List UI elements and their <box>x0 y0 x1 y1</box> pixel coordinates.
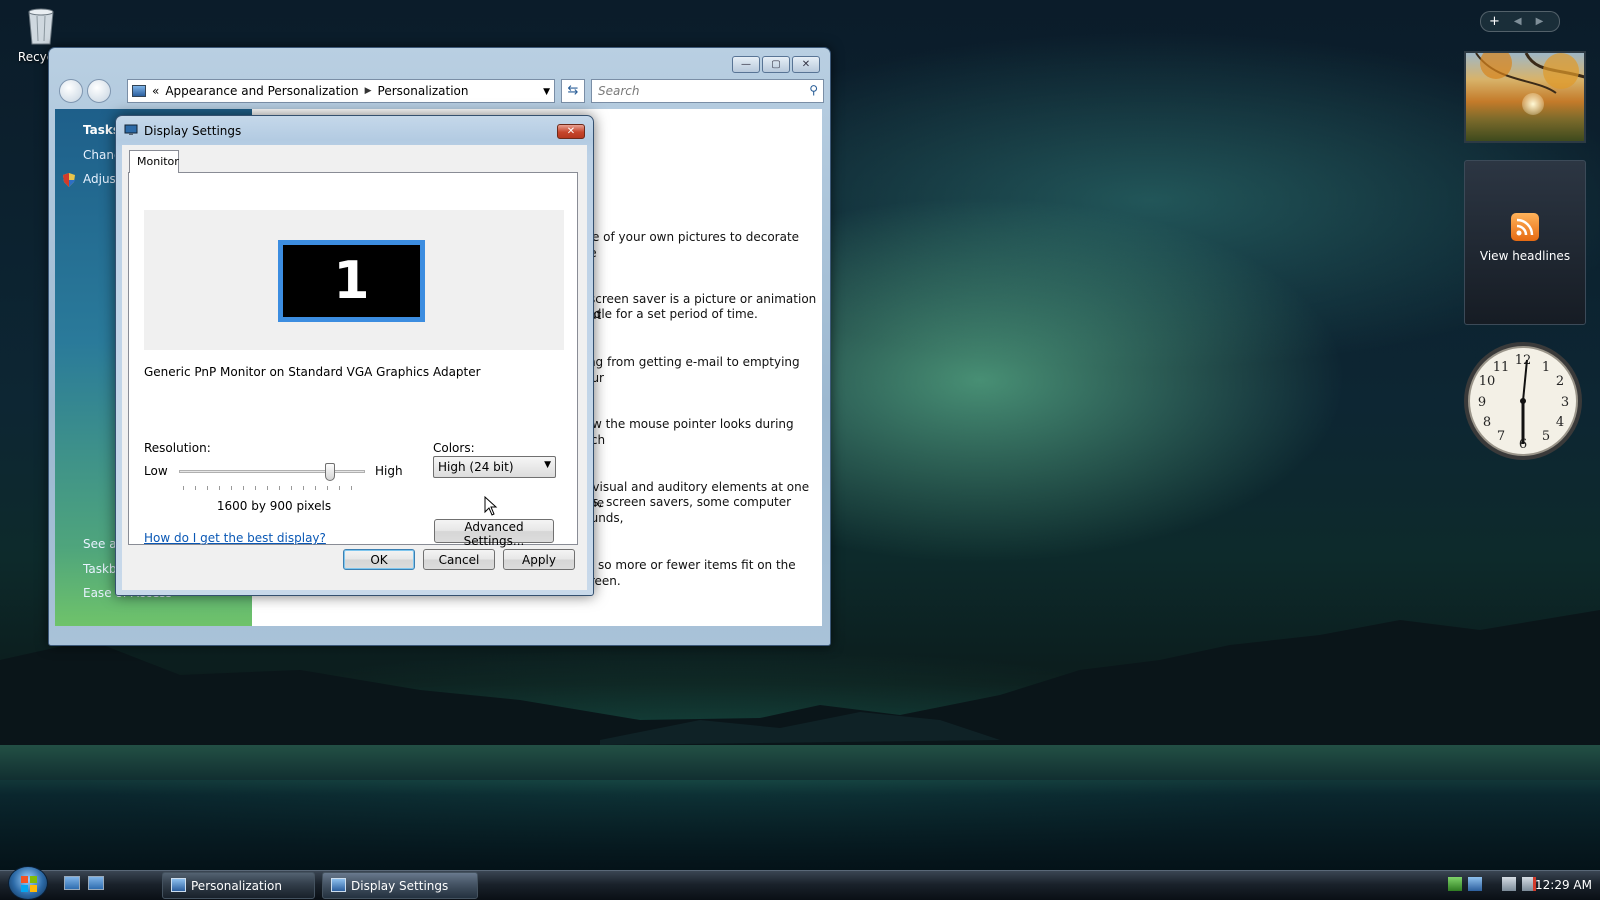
taskbar-item-personalization[interactable]: Personalization <box>162 872 315 899</box>
slider-low-label: Low <box>144 464 168 478</box>
svg-text:11: 11 <box>1493 360 1510 375</box>
svg-text:2: 2 <box>1556 374 1564 389</box>
volume-muted-icon[interactable] <box>1522 877 1536 891</box>
chevron-down-icon[interactable]: ▼ <box>544 460 551 470</box>
system-tray <box>1448 877 1536 891</box>
control-panel-icon <box>132 85 146 97</box>
next-gadgets-icon[interactable]: ▶ <box>1536 16 1544 27</box>
svg-text:7: 7 <box>1497 429 1505 444</box>
switch-windows-icon[interactable] <box>88 876 104 890</box>
slider-track <box>179 470 365 473</box>
dialog-body: Monitor 1 Generic PnP Monitor on Standar… <box>122 145 587 590</box>
slider-thumb[interactable] <box>324 463 335 481</box>
recycle-bin-icon <box>25 4 57 46</box>
desktop-background-description: one of your own pictures to decorate the <box>577 230 800 260</box>
monitor-arrangement-area: 1 <box>144 210 564 350</box>
font-size-description: ew so more or fewer items fit on the scr… <box>577 558 796 588</box>
sidebar-controls: + ◀ ▶ <box>1480 11 1560 32</box>
windows-defender-icon[interactable] <box>1468 877 1482 891</box>
network-status-icon[interactable] <box>1502 877 1516 891</box>
mouse-cursor-icon <box>484 496 498 516</box>
network-icon[interactable] <box>1448 877 1462 891</box>
cancel-button[interactable]: Cancel <box>423 549 495 570</box>
advanced-settings-button[interactable]: Advanced Settings... <box>434 519 554 548</box>
view-headlines-label[interactable]: View headlines <box>1465 249 1585 263</box>
back-button[interactable] <box>59 79 83 103</box>
feed-headlines-gadget[interactable]: View headlines <box>1464 160 1586 325</box>
taskbar-item-display-settings[interactable]: Display Settings <box>322 872 478 899</box>
slideshow-gadget[interactable] <box>1464 51 1586 143</box>
monitor-number: 1 <box>283 245 420 317</box>
uac-shield-icon <box>63 173 75 187</box>
show-desktop-icon[interactable] <box>64 876 80 890</box>
rss-feed-icon <box>1511 213 1539 241</box>
apply-button[interactable]: Apply <box>503 549 575 570</box>
forward-button[interactable] <box>87 79 111 103</box>
previous-gadgets-icon[interactable]: ◀ <box>1514 16 1522 27</box>
svg-text:3: 3 <box>1561 395 1569 410</box>
display-settings-icon <box>124 124 138 135</box>
tab-monitor[interactable]: Monitor <box>129 150 179 173</box>
monitor-1-icon[interactable]: 1 <box>278 240 425 322</box>
address-bar[interactable]: « Appearance and Personalization ▶ Perso… <box>127 79 555 103</box>
screen-saver-description-2: is idle for a set period of time. <box>577 307 758 321</box>
tree-branches <box>1475 53 1584 94</box>
svg-text:8: 8 <box>1483 415 1491 430</box>
display-settings-dialog: Display Settings ✕ Monitor 1 Generic PnP… <box>115 115 594 596</box>
add-gadget-icon[interactable]: + <box>1489 14 1500 29</box>
dialog-close-button[interactable]: ✕ <box>557 124 585 139</box>
start-button[interactable] <box>8 866 48 900</box>
mouse-pointer-description: how the mouse pointer looks during such <box>577 417 794 447</box>
taskbar-clock[interactable]: 12:29 AM <box>1535 878 1592 892</box>
address-dropdown-icon[interactable]: ▼ <box>543 87 550 97</box>
breadcrumb-personalization[interactable]: Personalization <box>378 84 469 98</box>
search-placeholder: Search <box>598 84 640 98</box>
search-icon[interactable]: ⚲ <box>809 83 818 97</box>
best-display-help-link[interactable]: How do I get the best display? <box>144 531 326 545</box>
monitor-tab-panel: 1 Generic PnP Monitor on Standard VGA Gr… <box>128 172 578 548</box>
slider-high-label: High <box>375 464 403 478</box>
svg-text:1: 1 <box>1542 360 1550 375</box>
see-also-taskbar[interactable]: Taskb <box>83 562 117 576</box>
clock-gadget[interactable]: 12 12 345 678 91011 <box>1462 340 1584 462</box>
colors-select[interactable]: High (24 bit) ▼ <box>433 456 556 478</box>
close-button[interactable]: ✕ <box>792 56 820 73</box>
svg-text:12: 12 <box>1515 353 1532 368</box>
svg-text:10: 10 <box>1479 374 1496 389</box>
resolution-value: 1600 by 900 pixels <box>216 499 332 513</box>
minimize-button[interactable]: — <box>732 56 760 73</box>
breadcrumb-overflow[interactable]: « <box>152 84 159 98</box>
windows-logo-icon <box>21 876 37 892</box>
taskbar-label-personalization: Personalization <box>191 879 282 893</box>
refresh-button[interactable]: ⇆ <box>561 79 585 103</box>
colors-label: Colors: <box>433 441 475 455</box>
theme-description-2: nds, screen savers, some computer sounds… <box>577 495 792 525</box>
taskbar-label-display-settings: Display Settings <box>351 879 449 893</box>
breadcrumb-separator-icon[interactable]: ▶ <box>365 86 372 96</box>
ok-button[interactable]: OK <box>343 549 415 570</box>
display-settings-icon <box>331 878 346 892</box>
svg-text:4: 4 <box>1556 415 1564 430</box>
maximize-button[interactable]: ▢ <box>762 56 790 73</box>
search-input[interactable]: Search ⚲ <box>591 79 824 103</box>
control-panel-icon <box>171 878 186 892</box>
colors-selected-value: High (24 bit) <box>438 460 514 474</box>
dialog-title: Display Settings <box>144 124 242 138</box>
sounds-description: hing from getting e-mail to emptying you… <box>577 355 800 385</box>
resolution-label: Resolution: <box>144 441 211 455</box>
svg-text:9: 9 <box>1478 395 1486 410</box>
lake-reflection <box>0 745 1600 870</box>
resolution-slider[interactable] <box>179 463 365 485</box>
slider-ticks <box>183 486 363 490</box>
svg-text:5: 5 <box>1542 429 1550 444</box>
navigation-bar: « Appearance and Personalization ▶ Perso… <box>57 78 824 104</box>
monitor-name: Generic PnP Monitor on Standard VGA Grap… <box>144 365 481 379</box>
window-controls: — ▢ ✕ <box>732 56 820 73</box>
breadcrumb-appearance[interactable]: Appearance and Personalization <box>165 84 358 98</box>
